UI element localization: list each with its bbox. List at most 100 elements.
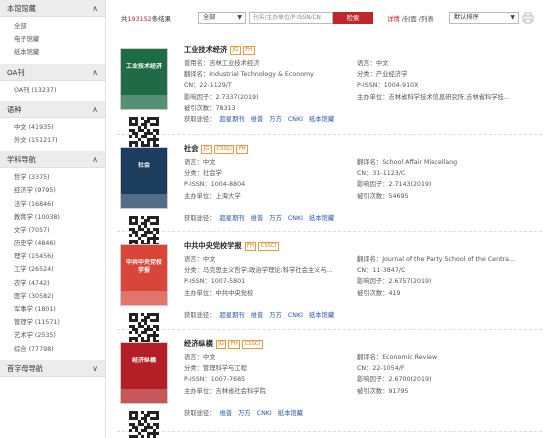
journal-meta-field: 影响因子：2.7337(2019) xyxy=(184,93,259,101)
facet-item[interactable]: OA刊 (13237) xyxy=(0,84,105,97)
facet-item[interactable]: 艺术学 (2535) xyxy=(0,329,105,342)
search-input[interactable]: 刊名/主办单位/P-ISSN/CN xyxy=(249,12,333,24)
index-badge: CSSCI xyxy=(242,340,263,349)
access-link[interactable]: 超星期刊 xyxy=(219,116,244,123)
facet-item[interactable]: 外文 (151217) xyxy=(0,134,105,147)
journal-cover-title: 社会 xyxy=(137,162,150,169)
facet-item[interactable]: 经济学 (9795) xyxy=(0,184,105,197)
index-badge: JG xyxy=(215,340,227,349)
access-link[interactable]: 维普 xyxy=(251,215,264,222)
facet-item[interactable]: 历史学 (4846) xyxy=(0,237,105,250)
access-link[interactable]: 纸本馆藏 xyxy=(309,215,334,222)
access-link[interactable]: CNKI xyxy=(288,312,303,319)
chevron-up-icon[interactable]: ∧ xyxy=(92,64,98,81)
journal-meta-field: 语言：中文 xyxy=(184,159,216,166)
facet-item[interactable]: 农学 (4742) xyxy=(0,277,105,290)
facet-list: OA刊 (13237) xyxy=(0,81,105,101)
view-detail-link[interactable]: 详情 xyxy=(387,15,400,23)
access-links-label: 获取途径： xyxy=(184,312,216,319)
facet-item[interactable]: 法学 (16846) xyxy=(0,198,105,211)
access-link[interactable]: 万方 xyxy=(238,410,251,417)
journal-cover-image[interactable]: 社会 xyxy=(120,147,168,209)
facet-item[interactable]: 工学 (26524) xyxy=(0,263,105,276)
journal-card: 中共中央党校学报 中共中央党校学报 FH CSSCI 语言：中文 分类：马克思主义哲学;政… xyxy=(117,234,542,343)
journal-cover-image[interactable]: 中共中央党校学报 xyxy=(120,244,168,306)
scope-select[interactable]: 全部 ▼ xyxy=(198,12,246,24)
facet-item[interactable]: 文学 (7057) xyxy=(0,224,105,237)
journal-title-row: 经济纵横 JG FH CSSCI xyxy=(184,339,265,349)
facet-section-header[interactable]: 首字母导航 ∨ xyxy=(0,359,105,377)
chevron-down-icon[interactable]: ∨ xyxy=(92,360,98,377)
journal-title-link[interactable]: 中共中央党校学报 xyxy=(184,241,242,250)
access-links-label: 获取途径： xyxy=(184,410,216,417)
access-link[interactable]: 维普 xyxy=(251,312,264,319)
access-link[interactable]: 纸本馆藏 xyxy=(309,116,334,123)
facet-item[interactable]: 理学 (15456) xyxy=(0,250,105,263)
journal-title-link[interactable]: 社会 xyxy=(184,144,198,153)
search-button[interactable]: 检索 xyxy=(333,12,373,24)
access-link[interactable]: CNKI xyxy=(257,410,272,417)
access-link[interactable]: 超星期刊 xyxy=(219,215,244,222)
access-links-label: 获取途径： xyxy=(184,215,216,222)
journal-cover-image[interactable]: 经济纵横 xyxy=(120,342,168,404)
cover-band xyxy=(121,389,167,403)
facet-sidebar: 本馆馆藏 ∧ 全部 电子馆藏 纸本馆藏 OA刊 ∧ OA刊 (13237) 语种 ∧ 中文 (419… xyxy=(0,0,106,438)
facet-item[interactable]: 电子馆藏 xyxy=(0,33,105,46)
facet-item[interactable]: 中文 (41935) xyxy=(0,121,105,134)
facet-item[interactable]: 纸本馆藏 xyxy=(0,46,105,59)
index-badge: FH xyxy=(228,340,241,349)
journal-meta-field: 主办单位：中共中央党校 xyxy=(184,289,254,297)
facet-section-header[interactable]: 语种 ∧ xyxy=(0,100,105,118)
facet-item[interactable]: 全部 xyxy=(0,20,105,33)
access-link[interactable]: 万方 xyxy=(269,116,282,123)
chevron-up-icon[interactable]: ∧ xyxy=(92,101,98,118)
journal-meta-field: 翻译名：Economic Review xyxy=(357,354,438,361)
journal-title-link[interactable]: 工业技术经济 xyxy=(184,45,227,54)
journal-meta-field: 语言：中文 xyxy=(184,256,216,263)
facet-item[interactable]: 管理学 (11571) xyxy=(0,316,105,329)
access-link[interactable]: CNKI xyxy=(288,215,303,222)
journal-meta-field: 分类：马克思主义哲学;政治学理论;科学社会主义与... xyxy=(184,267,333,275)
journal-meta-field: 影响因子：2.6757(2019) xyxy=(357,278,432,286)
print-icon[interactable] xyxy=(522,12,534,24)
access-link[interactable]: 万方 xyxy=(269,215,282,222)
journal-meta-field: 曾用名：吉林工业技术经济 xyxy=(184,60,260,67)
sort-select[interactable]: 默认排序 ▼ xyxy=(449,12,519,24)
access-link[interactable]: 维普 xyxy=(251,116,264,123)
journal-card: 工业技术经济 工业技术经济 JG FH 曾用名：吉林工业技术经济 翻译名：Industri… xyxy=(117,38,542,147)
result-count: 共193152条结果 xyxy=(121,14,171,23)
sort-select-value: 默认排序 xyxy=(454,14,479,21)
result-count-suffix: 条结果 xyxy=(151,15,171,23)
journal-title-link[interactable]: 经济纵横 xyxy=(184,339,213,348)
facet-item[interactable]: 综合 (77798) xyxy=(0,343,105,356)
facet-section-header[interactable]: 本馆馆藏 ∧ xyxy=(0,0,105,17)
facet-item[interactable]: 医学 (30582) xyxy=(0,290,105,303)
result-toolbar: 共193152条结果 全部 ▼ 刊名/主办单位/P-ISSN/CN 检索 详情 … xyxy=(121,11,541,25)
access-links-row: 获取途径： 超星期刊 维普 万方 CNKI 纸本馆藏 xyxy=(184,310,340,319)
access-link[interactable]: CNKI xyxy=(288,116,303,123)
facet-item[interactable]: 哲学 (3375) xyxy=(0,171,105,184)
journal-meta-field: CN：11-3847/C xyxy=(357,267,406,275)
access-link[interactable]: 超星期刊 xyxy=(219,312,244,319)
view-mode-others[interactable]: /封面 /列表 xyxy=(400,15,434,23)
facet-item[interactable]: 教育学 (10038) xyxy=(0,211,105,224)
facet-list: 全部 电子馆藏 纸本馆藏 xyxy=(0,17,105,64)
access-link[interactable]: 纸本馆藏 xyxy=(309,312,334,319)
facet-section-header[interactable]: 学科导航 ∧ xyxy=(0,151,105,169)
journal-cover-image[interactable]: 工业技术经济 xyxy=(120,48,168,110)
cover-band xyxy=(121,291,167,305)
cover-band xyxy=(121,194,167,208)
journal-meta-field: 影响因子：2.7143(2019) xyxy=(357,181,432,189)
chevron-up-icon[interactable]: ∧ xyxy=(92,0,98,17)
access-links-label: 获取途径： xyxy=(184,116,216,123)
journal-meta-field: 翻译名：School Affair Miscellang xyxy=(357,159,458,166)
chevron-up-icon[interactable]: ∧ xyxy=(92,151,98,168)
journal-meta-field: CN：22-1054/F xyxy=(357,365,405,373)
facet-item[interactable]: 军事学 (1801) xyxy=(0,303,105,316)
access-link[interactable]: 纸本馆藏 xyxy=(278,410,303,417)
index-badge: FH xyxy=(236,145,249,154)
journal-meta-field: CN：22-1129/T xyxy=(184,82,232,90)
facet-section-header[interactable]: OA刊 ∧ xyxy=(0,63,105,81)
access-link[interactable]: 万方 xyxy=(269,312,282,319)
access-link[interactable]: 维普 xyxy=(219,410,232,417)
